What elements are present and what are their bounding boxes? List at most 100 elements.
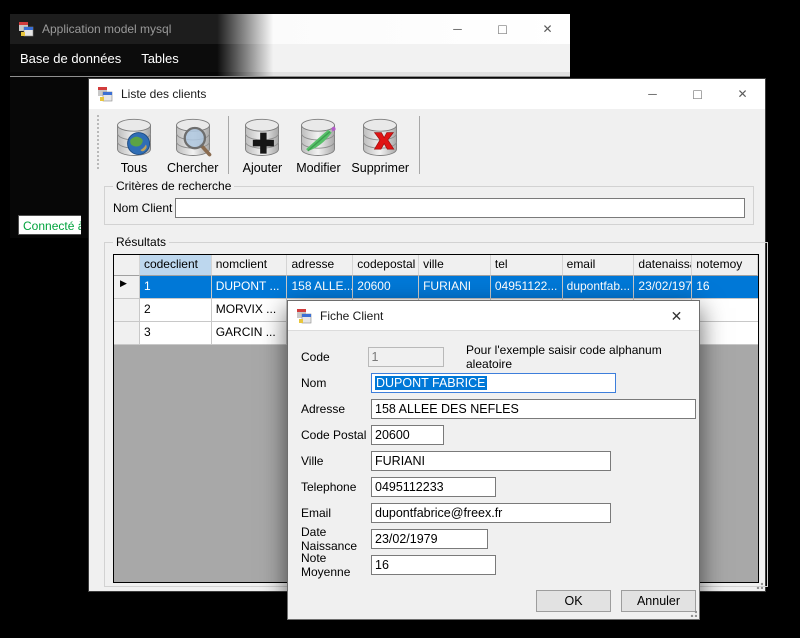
tous-button[interactable]: Tous — [106, 116, 162, 177]
column-header-codepostal[interactable]: codepostal — [353, 255, 419, 276]
email-label: Email — [301, 506, 371, 520]
column-header-codeclient[interactable]: codeclient — [140, 255, 212, 276]
winforms-app-icon — [18, 21, 34, 37]
code-field: 1 — [368, 347, 444, 367]
column-header-datenaissance[interactable]: datenaissance — [634, 255, 692, 276]
selected-text: DUPONT FABRICE — [375, 376, 487, 390]
toolbar-grip[interactable] — [97, 115, 102, 169]
column-header-email[interactable]: email — [563, 255, 635, 276]
ville-field[interactable]: FURIANI — [371, 451, 611, 471]
column-header-notemoy[interactable]: notemoy — [692, 255, 758, 276]
adresse-label: Adresse — [301, 402, 371, 416]
ville-label: Ville — [301, 454, 371, 468]
liste-titlebar[interactable]: Liste des clients ─ □ ✕ — [89, 79, 765, 109]
nom-client-label: Nom Client — [113, 201, 175, 215]
main-client-top-edge — [10, 72, 570, 77]
main-titlebar[interactable]: Application model mysql ─ □ ✕ — [10, 14, 570, 44]
telephone-field[interactable]: 0495112233 — [371, 477, 496, 497]
minimize-button[interactable]: ─ — [435, 14, 480, 44]
database-edit-icon — [295, 117, 341, 161]
column-header-ville[interactable]: ville — [419, 255, 491, 276]
cell-notemoy[interactable]: 16 — [692, 276, 758, 299]
main-window-title: Application model mysql — [42, 22, 171, 36]
ajouter-label: Ajouter — [243, 161, 283, 175]
resize-grip[interactable] — [688, 608, 697, 617]
date-naissance-label: Date Naissance — [301, 525, 371, 553]
close-button[interactable]: ✕ — [525, 14, 570, 44]
dialog-title: Fiche Client — [320, 309, 383, 323]
dialog-titlebar[interactable]: Fiche Client ✕ — [288, 301, 699, 331]
close-button[interactable]: ✕ — [720, 79, 765, 109]
liste-window-title: Liste des clients — [121, 87, 206, 101]
chercher-label: Chercher — [167, 161, 218, 175]
cell-notemoy[interactable] — [692, 299, 758, 322]
email-field[interactable]: dupontfabrice@freex.fr — [371, 503, 611, 523]
dialog-body: Code 1 Pour l'exemple saisir code alphan… — [288, 331, 699, 620]
annuler-button[interactable]: Annuler — [621, 590, 696, 612]
maximize-button[interactable]: □ — [480, 14, 525, 44]
cell-nomclient[interactable]: DUPONT ... — [212, 276, 288, 299]
connection-status-label: Connecté à — [18, 215, 81, 235]
close-button[interactable]: ✕ — [654, 301, 699, 331]
cell-notemoy[interactable] — [692, 322, 758, 345]
supprimer-button[interactable]: Supprimer — [346, 116, 414, 177]
column-header-nomclient[interactable]: nomclient — [212, 255, 288, 276]
supprimer-label: Supprimer — [351, 161, 409, 175]
cell-codeclient[interactable]: 2 — [140, 299, 212, 322]
database-delete-icon — [357, 117, 403, 161]
main-menubar: Base de données Tables — [10, 44, 570, 72]
adresse-field[interactable]: 158 ALLEE DES NEFLES — [371, 399, 696, 419]
resize-grip[interactable] — [754, 580, 763, 589]
row-selector-header — [114, 255, 140, 276]
note-moyenne-field[interactable]: 16 — [371, 555, 496, 575]
cell-email[interactable]: dupontfab... — [563, 276, 635, 299]
nom-client-input[interactable] — [175, 198, 745, 218]
nom-label: Nom — [301, 376, 371, 390]
column-header-tel[interactable]: tel — [491, 255, 563, 276]
nom-field[interactable]: DUPONT FABRICE — [371, 373, 616, 393]
cell-codepostal[interactable]: 20600 — [353, 276, 419, 299]
tous-label: Tous — [121, 161, 147, 175]
row-selector[interactable] — [114, 322, 140, 345]
minimize-icon: ─ — [648, 87, 657, 101]
table-row[interactable]: ▶ 1 DUPONT ... 158 ALLE... 20600 FURIANI… — [114, 276, 758, 299]
row-selector[interactable] — [114, 299, 140, 322]
winforms-app-icon — [296, 308, 312, 324]
code-label: Code — [301, 350, 368, 364]
database-add-icon — [239, 117, 285, 161]
maximize-icon: □ — [693, 86, 701, 102]
toolbar-separator — [419, 116, 420, 174]
menu-item-tables[interactable]: Tables — [131, 46, 189, 71]
ok-button[interactable]: OK — [536, 590, 611, 612]
maximize-icon: □ — [498, 21, 506, 37]
fiche-client-dialog: Fiche Client ✕ Code 1 Pour l'exemple sai… — [287, 300, 700, 620]
modifier-button[interactable]: Modifier — [290, 116, 346, 177]
column-header-adresse[interactable]: adresse — [287, 255, 353, 276]
code-postal-field[interactable]: 20600 — [371, 425, 444, 445]
cell-nomclient[interactable]: MORVIX ... — [212, 299, 288, 322]
cell-adresse[interactable]: 158 ALLE... — [287, 276, 353, 299]
telephone-label: Telephone — [301, 480, 371, 494]
date-naissance-field[interactable]: 23/02/1979 — [371, 529, 488, 549]
cell-nomclient[interactable]: GARCIN ... — [212, 322, 288, 345]
winforms-app-icon — [97, 86, 113, 102]
close-icon: ✕ — [737, 87, 747, 101]
cell-datenaissance[interactable]: 23/02/1979 — [634, 276, 692, 299]
cell-tel[interactable]: 04951122... — [491, 276, 563, 299]
search-group-title: Critères de recherche — [113, 179, 234, 193]
cell-ville[interactable]: FURIANI — [419, 276, 491, 299]
cell-codeclient[interactable]: 1 — [140, 276, 212, 299]
row-pointer-icon[interactable]: ▶ — [114, 276, 140, 299]
modifier-label: Modifier — [296, 161, 340, 175]
grid-header-row: codeclient nomclient adresse codepostal … — [114, 255, 758, 276]
maximize-button[interactable]: □ — [675, 79, 720, 109]
minimize-button[interactable]: ─ — [630, 79, 675, 109]
database-globe-icon — [111, 117, 157, 161]
ajouter-button[interactable]: Ajouter — [234, 116, 290, 177]
chercher-button[interactable]: Chercher — [162, 116, 223, 177]
note-moyenne-label: Note Moyenne — [301, 551, 371, 579]
toolbar-separator — [228, 116, 229, 174]
menu-item-base-de-donnees[interactable]: Base de données — [10, 46, 131, 71]
cell-codeclient[interactable]: 3 — [140, 322, 212, 345]
toolbar: Tous Chercher Ajouter — [89, 109, 765, 177]
